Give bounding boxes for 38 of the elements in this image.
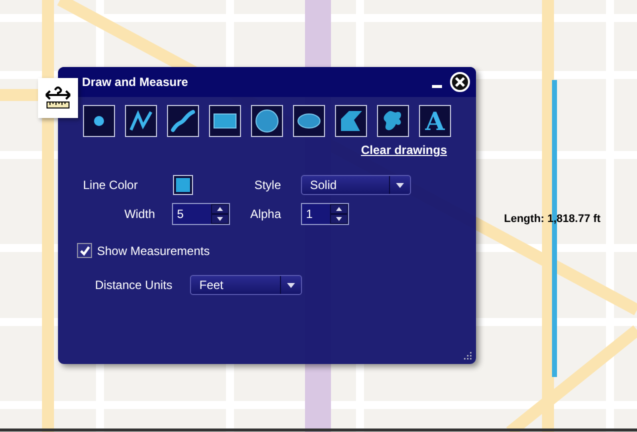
freehand-polygon-tool-button[interactable] (377, 105, 409, 137)
close-button[interactable] (450, 72, 470, 92)
ellipse-tool-button[interactable] (293, 105, 325, 137)
caret-down-icon[interactable] (217, 217, 223, 221)
polygon-icon (338, 109, 364, 133)
freehand-line-tool-button[interactable] (167, 105, 199, 137)
circle-icon (254, 108, 280, 134)
ellipse-icon (296, 111, 322, 131)
alpha-spinner[interactable]: 1 (301, 203, 349, 225)
ruler-icon[interactable] (38, 78, 78, 118)
field-label: Distance Units (95, 278, 172, 292)
circle-tool-button[interactable] (251, 105, 283, 137)
caret-up-icon[interactable] (217, 207, 223, 211)
field-label: Line Color (82, 178, 139, 192)
resize-grip-icon[interactable] (463, 351, 472, 360)
polyline-tool-button[interactable] (125, 105, 157, 137)
caret-up-icon[interactable] (336, 207, 342, 211)
show-measurements-checkbox[interactable]: Show Measurements (77, 243, 476, 258)
style-dropdown[interactable]: Solid (301, 175, 411, 195)
point-tool-button[interactable] (83, 105, 115, 137)
field-label: Style (253, 178, 282, 192)
caret-down-icon (287, 282, 296, 288)
polygon-tool-button[interactable] (335, 105, 367, 137)
text-tool-button[interactable]: A (419, 105, 451, 137)
field-label: Alpha (249, 207, 282, 221)
curve-icon (170, 108, 196, 134)
clear-drawings-link[interactable]: Clear drawings (360, 143, 447, 157)
rectangle-tool-button[interactable] (209, 105, 241, 137)
rectangle-icon (212, 111, 238, 131)
close-icon (454, 76, 466, 88)
width-spinner[interactable]: 5 (172, 203, 230, 225)
units-dropdown[interactable]: Feet (190, 275, 302, 295)
caret-down-icon (396, 182, 404, 188)
caret-down-icon[interactable] (336, 217, 342, 221)
field-label: Width (123, 207, 156, 221)
checkbox[interactable] (77, 243, 92, 258)
dialog-title: Draw and Measure (82, 75, 190, 89)
minimize-button[interactable] (432, 84, 442, 88)
